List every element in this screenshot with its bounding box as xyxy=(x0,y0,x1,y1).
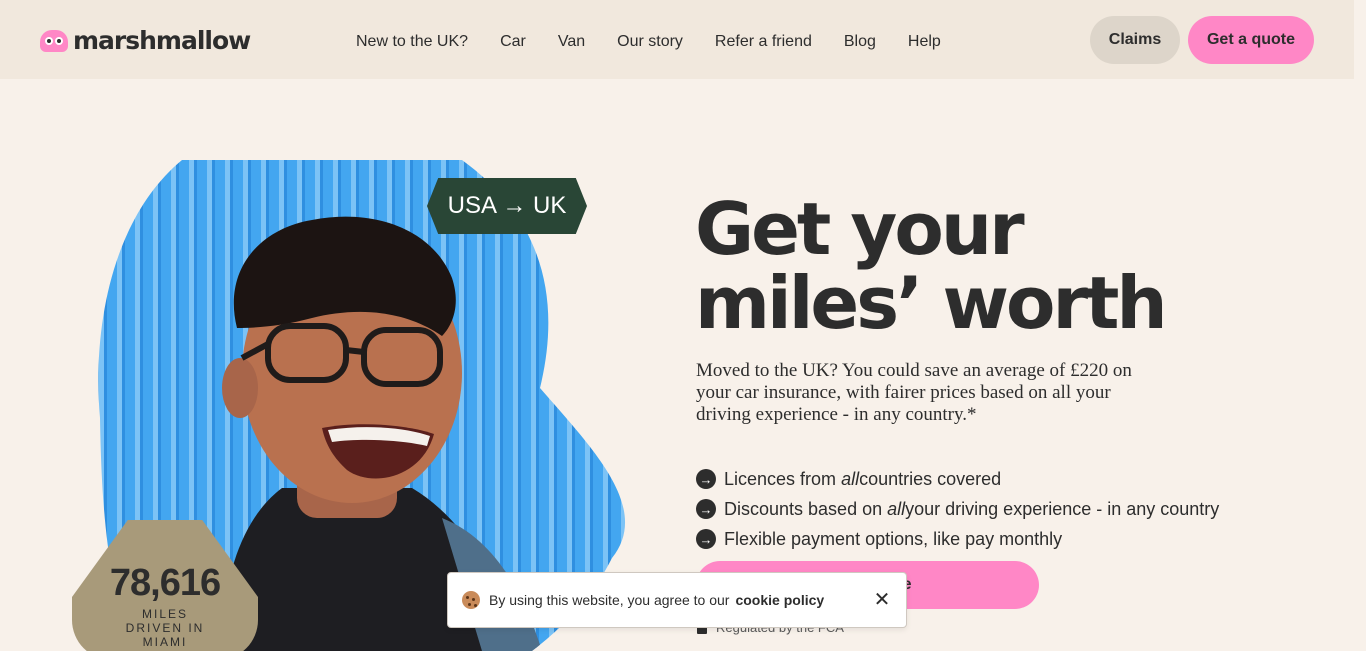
site-header: marshmallow New to the UK? Car Van Our s… xyxy=(0,0,1354,79)
miles-label: MILES DRIVEN IN MIAMI xyxy=(125,607,205,649)
page-scrollbar[interactable] xyxy=(1354,0,1366,651)
feature-item: → Discounts based on all your driving ex… xyxy=(696,494,1219,524)
arrow-right-circle-icon: → xyxy=(696,469,716,489)
nav-van[interactable]: Van xyxy=(558,33,585,51)
route-badge: USA → UK xyxy=(427,178,587,234)
claims-button[interactable]: Claims xyxy=(1090,16,1180,64)
feature-item: → Licences from all countries covered xyxy=(696,464,1219,494)
marshmallow-mascot-icon xyxy=(40,29,68,52)
feature-item: → Flexible payment options, like pay mon… xyxy=(696,524,1219,554)
logo-text: marshmallow xyxy=(73,26,251,55)
nav-our-story[interactable]: Our story xyxy=(617,33,683,51)
nav-car[interactable]: Car xyxy=(500,33,526,51)
header-get-quote-button[interactable]: Get a quote xyxy=(1188,16,1314,64)
arrow-right-circle-icon: → xyxy=(696,499,716,519)
cookie-icon xyxy=(462,591,480,609)
nav-refer-a-friend[interactable]: Refer a friend xyxy=(715,33,812,51)
main-nav: New to the UK? Car Van Our story Refer a… xyxy=(340,33,957,51)
hero-title-line1: Get your xyxy=(695,187,1025,271)
nav-help[interactable]: Help xyxy=(908,33,941,51)
feature-list: → Licences from all countries covered → … xyxy=(696,464,1219,554)
arrow-right-circle-icon: → xyxy=(696,529,716,549)
hero-description: Moved to the UK? You could save an avera… xyxy=(696,360,1132,425)
cookie-text: By using this website, you agree to our xyxy=(489,592,730,608)
marshmallow-logo[interactable]: marshmallow xyxy=(40,26,251,55)
nav-new-to-uk[interactable]: New to the UK? xyxy=(356,33,468,51)
miles-value: 78,616 xyxy=(109,562,221,604)
cookie-policy-link[interactable]: cookie policy xyxy=(735,592,824,608)
cookie-banner: By using this website, you agree to our … xyxy=(447,572,907,628)
nav-blog[interactable]: Blog xyxy=(844,33,876,51)
hero-title-line2: miles’ worth xyxy=(695,261,1168,345)
close-icon[interactable]: ✕ xyxy=(872,590,892,610)
hero-title: Get your miles’ worth xyxy=(695,192,1215,340)
